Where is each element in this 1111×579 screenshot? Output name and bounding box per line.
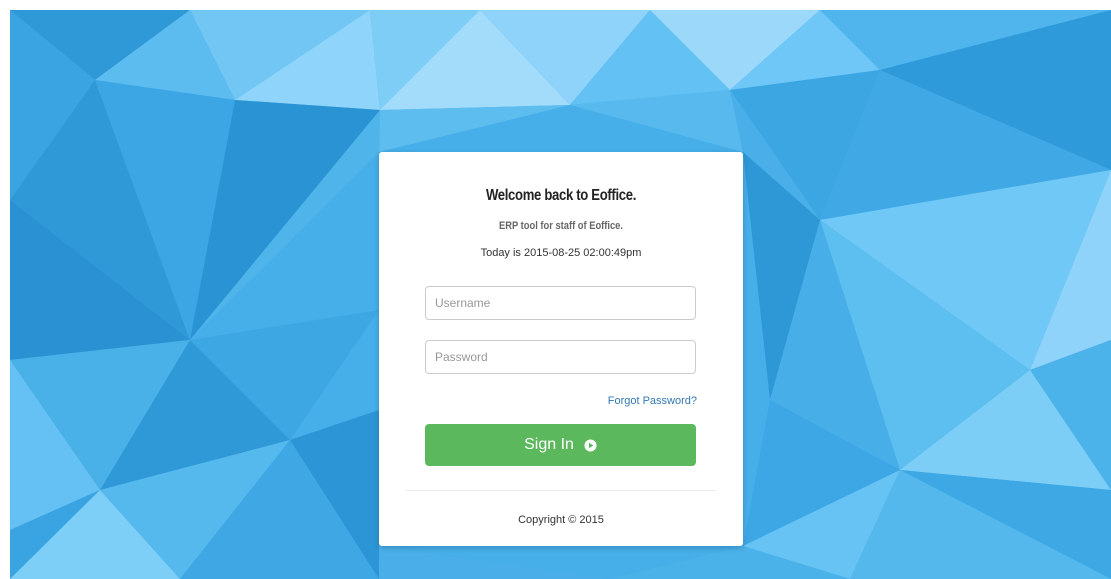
copyright-text: Copyright © 2015 xyxy=(518,514,604,526)
play-circle-icon xyxy=(584,438,597,452)
sign-in-button[interactable]: Sign In xyxy=(425,424,696,466)
subtitle: ERP tool for staff of Eoffice. xyxy=(499,220,623,232)
login-page: Welcome back to Eoffice. ERP tool for st… xyxy=(10,10,1111,579)
username-input[interactable] xyxy=(425,286,696,320)
welcome-title: Welcome back to Eoffice. xyxy=(485,187,637,204)
login-card: Welcome back to Eoffice. ERP tool for st… xyxy=(379,152,743,546)
sign-in-label: Sign In xyxy=(524,436,574,453)
password-input[interactable] xyxy=(425,340,696,374)
current-date-text: Today is 2015-08-25 02:00:49pm xyxy=(480,247,642,259)
forgot-password-link[interactable]: Forgot Password? xyxy=(608,395,697,407)
card-divider xyxy=(406,490,716,491)
